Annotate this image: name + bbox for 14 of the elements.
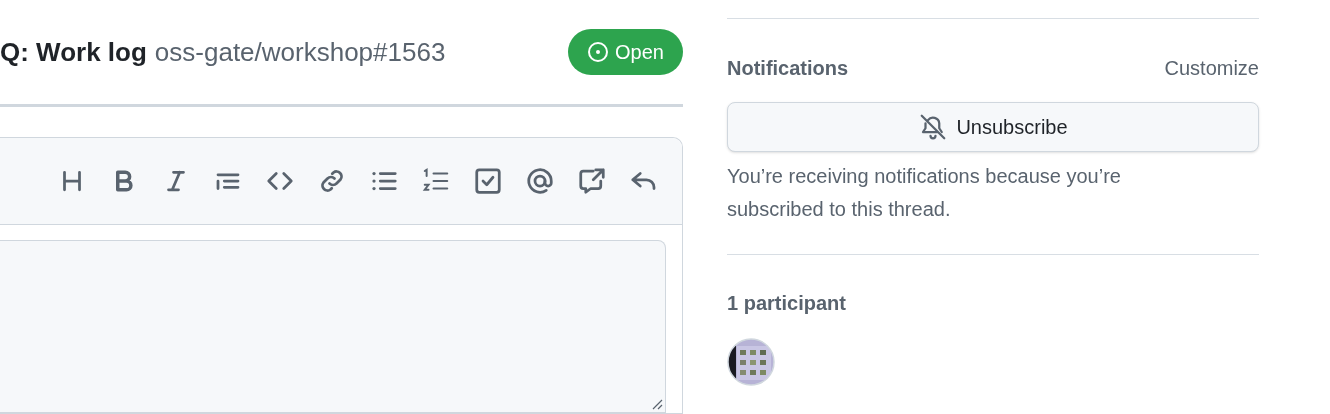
unsubscribe-button[interactable]: Unsubscribe	[727, 102, 1259, 152]
circle-dot-icon	[587, 41, 610, 63]
reference-icon[interactable]	[577, 166, 607, 196]
comment-field[interactable]	[0, 240, 666, 413]
customize-link[interactable]: Customize	[1164, 53, 1259, 83]
section-heading: 1 participant	[727, 291, 847, 316]
resize-handle-icon[interactable]	[651, 398, 663, 410]
subscription-note: You’re receiving notifications because you’re subscribed to this thread.	[727, 164, 1122, 222]
issue-reference: oss-gate/workshop#1563	[154, 35, 446, 69]
state-badge: Open	[568, 29, 683, 75]
task-list-icon[interactable]	[473, 166, 503, 196]
mention-icon[interactable]	[525, 166, 555, 196]
issue-title: Q: Work log	[0, 35, 147, 69]
section-heading: Notifications	[727, 56, 849, 81]
